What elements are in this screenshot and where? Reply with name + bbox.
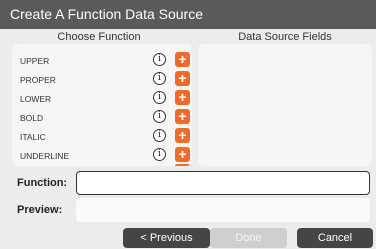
preview-label: Preview: bbox=[17, 204, 63, 216]
plus-icon[interactable]: + bbox=[175, 128, 190, 143]
done-button[interactable]: Done bbox=[210, 228, 287, 248]
plus-icon[interactable]: + bbox=[175, 52, 190, 67]
function-label: PROPER bbox=[20, 75, 56, 85]
function-label: UNDERLINE bbox=[20, 151, 70, 161]
plus-icon[interactable]: + bbox=[175, 147, 190, 162]
function-row-lower: LOWER i + bbox=[20, 90, 190, 109]
function-label: BOLD bbox=[20, 113, 44, 123]
info-circle-icon[interactable]: i bbox=[153, 53, 166, 66]
plus-icon[interactable]: + bbox=[175, 90, 190, 105]
function-label: Function: bbox=[17, 177, 68, 189]
info-circle-icon[interactable]: i bbox=[153, 110, 166, 123]
data-source-fields-header: Data Source Fields bbox=[238, 31, 332, 43]
function-row-proper: PROPER i + bbox=[20, 71, 190, 90]
function-row-underline: UNDERLINE i + bbox=[20, 147, 190, 166]
info-circle-icon[interactable]: i bbox=[153, 129, 166, 142]
info-circle-icon[interactable]: i bbox=[153, 72, 166, 85]
function-row-italic: ITALIC i + bbox=[20, 128, 190, 147]
info-circle-icon[interactable]: i bbox=[153, 148, 166, 161]
choose-function-header: Choose Function bbox=[57, 31, 141, 43]
cancel-button[interactable]: Cancel bbox=[297, 228, 373, 248]
info-circle-icon[interactable]: i bbox=[153, 91, 166, 104]
previous-button[interactable]: < Previous bbox=[123, 228, 210, 248]
function-input[interactable] bbox=[76, 171, 370, 195]
data-source-fields-panel bbox=[198, 44, 372, 166]
function-label: LOWER bbox=[20, 94, 52, 104]
plus-icon[interactable]: + bbox=[175, 71, 190, 86]
function-row-upper: UPPER i + bbox=[20, 52, 190, 71]
preview-field bbox=[76, 198, 370, 222]
function-list[interactable]: UPPER i + PROPER i + LOWER i + BOLD i + … bbox=[12, 44, 192, 166]
function-row-bold: BOLD i + bbox=[20, 109, 190, 128]
function-label: ITALIC bbox=[20, 132, 46, 142]
function-label: UPPER bbox=[20, 56, 50, 66]
dialog-title-bar: Create A Function Data Source bbox=[0, 0, 376, 29]
partial-plus-icon bbox=[175, 164, 190, 166]
plus-icon[interactable]: + bbox=[175, 109, 190, 124]
dialog-title: Create A Function Data Source bbox=[10, 6, 203, 22]
